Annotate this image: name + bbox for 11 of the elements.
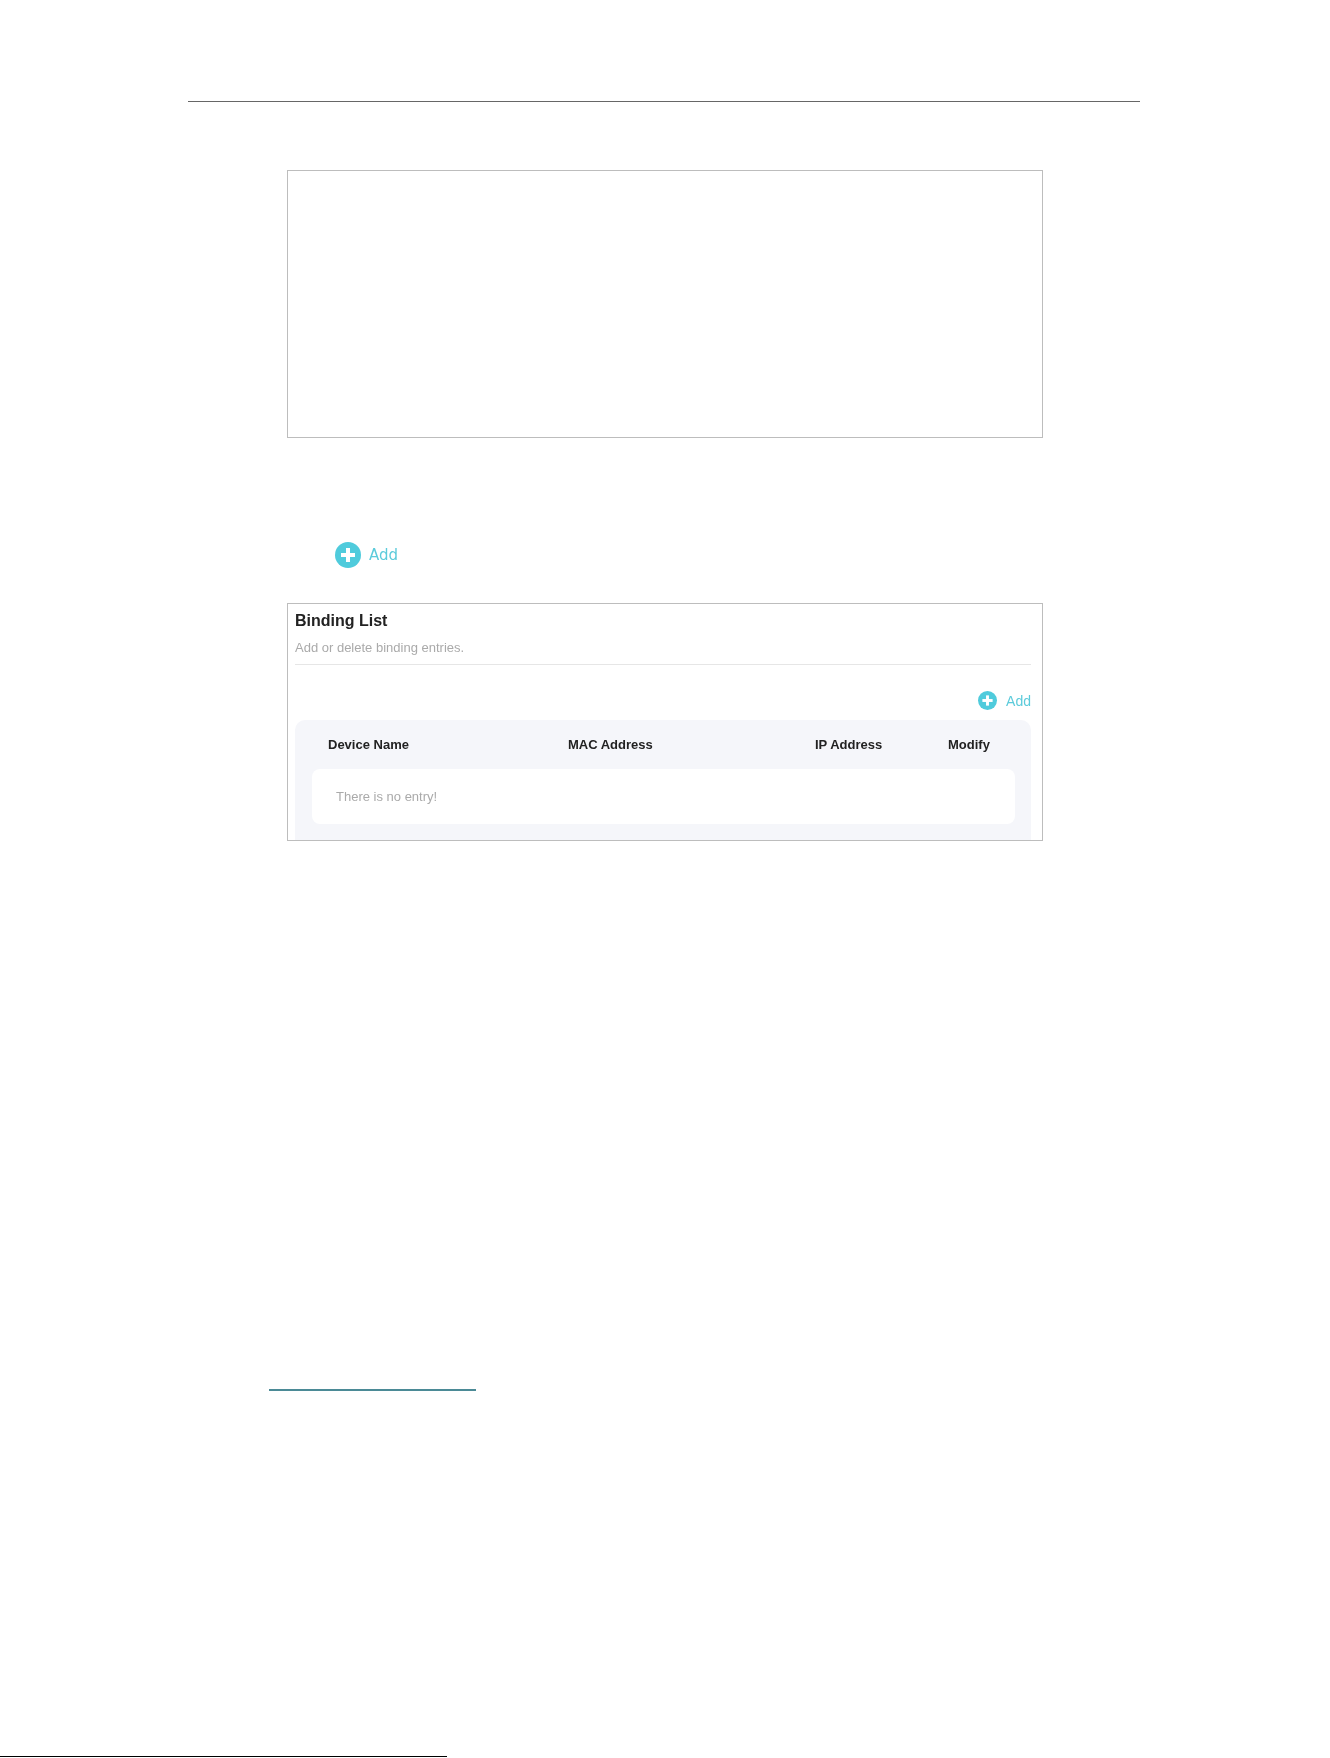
column-header: IP Address [815,737,883,752]
plus-circle-icon [335,542,361,568]
column-header: Device Name [328,737,409,752]
add-button[interactable]: Add [335,542,399,568]
card-subtitle: Add or delete binding entries. [295,640,465,656]
card-title: Binding List [295,611,388,631]
empty-message: There is no entry! [336,789,438,804]
column-header: MAC Address [568,737,653,752]
plus-circle-icon [978,691,998,710]
add-button[interactable]: Add [978,691,1031,710]
column-header: Modify [948,737,990,752]
